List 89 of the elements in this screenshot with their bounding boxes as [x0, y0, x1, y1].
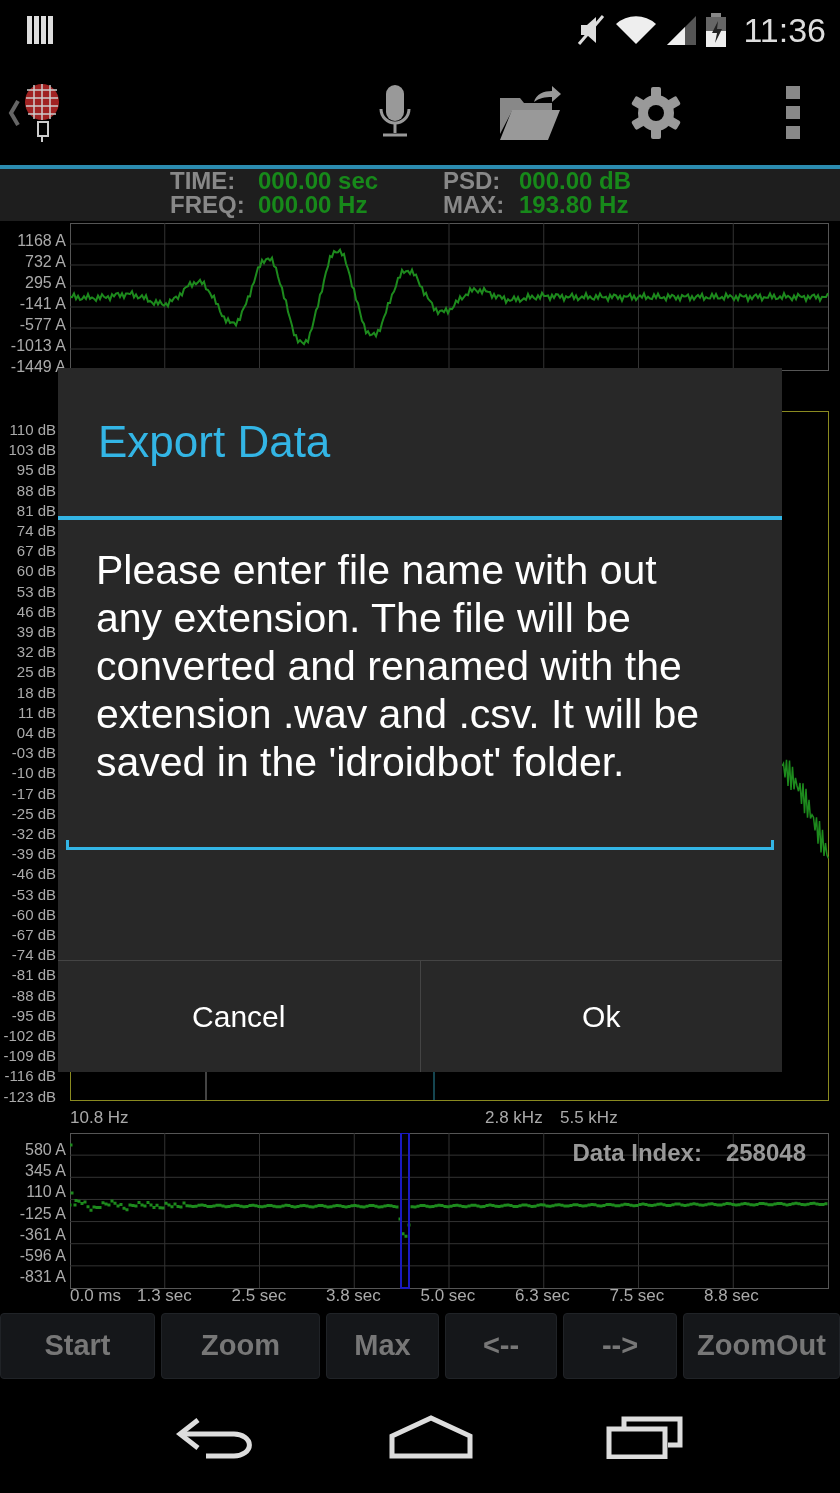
axis-label: 6.3 sec	[515, 1285, 570, 1307]
file-name-field[interactable]	[66, 840, 774, 850]
overflow-menu-icon[interactable]	[786, 85, 800, 140]
axis-label: -03 dB	[11, 744, 56, 763]
axis-label: -123 dB	[3, 1087, 56, 1106]
axis-label: 2.8 kHz	[485, 1107, 543, 1129]
axis-label: 2.5 sec	[231, 1285, 287, 1307]
axis-label: 732 A	[25, 253, 66, 271]
axis-label: -95 dB	[11, 1006, 56, 1025]
axis-label: 110 A	[26, 1183, 66, 1202]
axis-label: 3.8 sec	[326, 1285, 381, 1307]
axis-label: 32 dB	[16, 643, 56, 662]
signal-icon	[665, 14, 698, 46]
info-label: MAX:	[443, 193, 506, 217]
dialog-title: Export Data	[97, 416, 332, 468]
axis-label: -361 A	[19, 1225, 66, 1244]
axis-label: 11 dB	[17, 703, 56, 722]
info-value: 000.00 sec	[258, 169, 380, 193]
axis-label: -81 dB	[11, 966, 56, 985]
data-index-label: Data Index:	[572, 1139, 702, 1166]
axis-label: -39 dB	[11, 845, 56, 864]
axis-label: -102 dB	[3, 1027, 56, 1045]
toolbar-button[interactable]: ZoomOut	[683, 1313, 840, 1379]
clock: 11:36	[743, 9, 826, 51]
axis-label: -10 dB	[11, 764, 56, 783]
toolbar-button[interactable]: <--	[445, 1313, 557, 1379]
axis-label: 5.0 sec	[420, 1285, 476, 1307]
axis-label: -53 dB	[11, 885, 56, 904]
folder-share-icon[interactable]	[498, 83, 562, 142]
axis-label: 67 dB	[16, 542, 56, 561]
axis-label: -1013 A	[10, 337, 66, 355]
axis-label: 110 dB	[9, 421, 56, 439]
axis-label: -116 dB	[4, 1067, 56, 1086]
axis-label: 74 dB	[16, 522, 56, 540]
axis-label: 1.3 sec	[137, 1285, 192, 1307]
axis-label: -67 dB	[11, 926, 56, 944]
microphone-logo-icon[interactable]	[22, 81, 62, 144]
axis-label: 39 dB	[16, 623, 56, 641]
toolbar-button[interactable]: Max	[326, 1313, 439, 1379]
axis-label: 60 dB	[16, 562, 56, 581]
axis-label: 103 dB	[8, 441, 56, 460]
axis-label: 81 dB	[16, 501, 56, 520]
info-value: 000.00 dB	[519, 169, 633, 193]
home-icon[interactable]	[388, 1413, 474, 1460]
axis-label: -32 dB	[11, 825, 56, 843]
axis-label: 95 dB	[16, 461, 56, 480]
info-value: 193.80 Hz	[519, 193, 630, 217]
data-index-value: 258048	[725, 1139, 806, 1166]
axis-label: -17 dB	[11, 784, 56, 803]
battery-icon	[705, 13, 728, 47]
axis-label: -831 A	[19, 1268, 66, 1287]
axis-label: 04 dB	[16, 724, 56, 742]
axis-label: -109 dB	[3, 1047, 56, 1066]
info-label: PSD:	[443, 169, 502, 193]
axis-label: 88 dB	[16, 481, 56, 500]
axis-label: 345 A	[25, 1162, 66, 1181]
toolbar-button[interactable]: -->	[563, 1313, 677, 1379]
axis-label: 5.5 kHz	[560, 1107, 618, 1129]
axis-label: 7.5 sec	[609, 1285, 665, 1307]
axis-label: 0.0 ms	[70, 1285, 122, 1307]
toolbar-button[interactable]: Start	[0, 1313, 155, 1379]
axis-label: -25 dB	[11, 804, 56, 823]
axis-label: -74 dB	[11, 946, 56, 965]
dialog-button[interactable]: Ok	[419, 961, 782, 1072]
recent-apps-icon[interactable]	[606, 1414, 684, 1459]
dialog-message: Please enter file name with out any extension. The file will be converted and renamed with the extension .wav and .csv. It will be saved in the 'idroidbot' folder.	[95, 546, 701, 787]
axis-label: -125 A	[19, 1204, 66, 1223]
axis-label: 53 dB	[16, 582, 56, 601]
axis-label: 295 A	[25, 274, 66, 292]
axis-label: -141 A	[19, 295, 66, 313]
axis-label: 25 dB	[16, 663, 56, 682]
axis-label: -577 A	[19, 316, 66, 334]
info-label: TIME:	[170, 169, 237, 193]
axis-label: 1168 A	[17, 232, 66, 250]
axis-label: 8.8 sec	[704, 1285, 759, 1307]
axis-label: 46 dB	[16, 602, 56, 621]
axis-label: -596 A	[19, 1247, 66, 1265]
axis-label: -60 dB	[11, 905, 56, 924]
axis-label: 580 A	[25, 1141, 66, 1159]
axis-label: -46 dB	[11, 865, 56, 884]
notification-icon	[26, 14, 56, 46]
info-label: FREQ:	[170, 193, 246, 217]
axis-label: -88 dB	[11, 986, 56, 1005]
toolbar-button[interactable]: Zoom	[161, 1313, 320, 1379]
axis-label: 10.8 Hz	[70, 1107, 129, 1129]
wifi-icon	[615, 14, 658, 46]
axis-label: 18 dB	[16, 683, 56, 702]
info-value: 000.00 Hz	[258, 193, 369, 217]
dialog-button[interactable]: Cancel	[58, 961, 420, 1072]
